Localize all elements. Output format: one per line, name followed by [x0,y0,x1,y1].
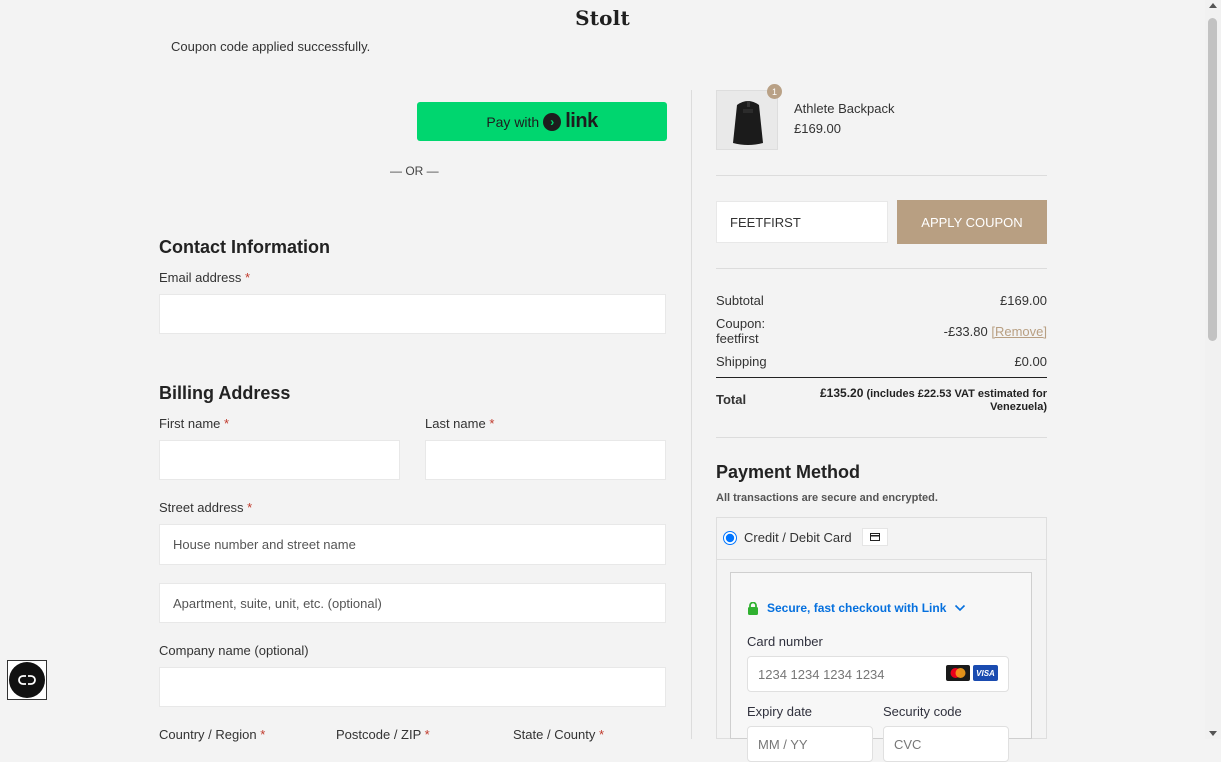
mastercard-icon [946,665,970,681]
vat-note: (includes £22.53 VAT estimated for [866,388,1047,400]
street-address-field[interactable] [159,524,666,565]
link-chevron-icon: › [543,112,562,131]
coupon-label: Coupon: feetfirst [716,316,765,346]
store-logo[interactable]: Stolt [0,6,1205,30]
expiry-label: Expiry date [747,704,813,719]
divider [716,268,1047,269]
lock-icon [748,601,758,615]
column-divider [691,90,692,739]
security-code-label: Security code [883,704,962,719]
or-separator: — OR — [390,164,439,178]
contact-title: Contact Information [159,237,330,257]
subtotal-label: Subtotal [716,293,764,308]
link-wordmark: link [565,110,598,132]
pay-with-link-button[interactable]: Pay with › link [417,102,667,141]
chevron-down-icon [955,604,966,612]
payment-title: Payment Method [716,462,861,482]
scrollbar-thumb[interactable] [1208,18,1217,341]
security-code-field[interactable]: CVC [883,726,1009,762]
shipping-label: Shipping [716,354,767,369]
scroll-up-arrow-icon[interactable] [1209,3,1217,8]
last-name-field[interactable] [425,440,666,480]
floating-link-button[interactable] [7,660,47,700]
remove-coupon-link[interactable]: [Remove] [991,324,1047,339]
coupon-success-notice: Coupon code applied successfully. [171,39,371,54]
first-name-field[interactable] [159,440,400,480]
visa-icon: VISA [973,665,998,681]
product-price: £169.00 [794,121,841,136]
quantity-badge: 1 [767,84,782,99]
coupon-label-prefix: Coupon: [716,316,766,331]
scroll-down-arrow-icon[interactable] [1209,731,1217,736]
apply-coupon-button[interactable]: APPLY COUPON [897,200,1047,244]
credit-card-label[interactable]: Credit / Debit Card [744,530,852,545]
shipping-value: £0.00 [1014,354,1047,369]
payment-subtitle: All transactions are secure and encrypte… [716,492,938,504]
billing-title: Billing Address [159,383,291,403]
subtotal-value: £169.00 [1000,293,1047,308]
first-name-label: First name * [159,416,230,431]
total-value-block: £135.20 (includes £22.53 VAT estimated f… [807,387,1047,414]
card-number-label: Card number [747,634,823,649]
company-field[interactable] [159,667,666,707]
card-icon [862,528,888,546]
state-label: State / County * [513,727,605,742]
vat-country: Venezuela) [990,401,1047,413]
total-label: Total [716,392,747,407]
infinity-icon [18,675,36,685]
expiry-field[interactable]: MM / YY [747,726,873,762]
email-label: Email address * [159,270,251,285]
backpack-image [717,91,777,149]
credit-card-radio[interactable] [723,531,737,545]
apartment-field[interactable] [159,583,666,623]
company-label: Company name (optional) [159,643,309,658]
street-label: Street address * [159,500,253,515]
product-name: Athlete Backpack [794,101,895,116]
coupon-discount-value: -£33.80 [943,324,988,339]
postcode-label: Postcode / ZIP * [336,727,430,742]
link-checkout-label[interactable]: Secure, fast checkout with Link [767,601,946,615]
last-name-label: Last name * [425,416,495,431]
total-value: £135.20 [820,386,864,400]
card-number-placeholder: 1234 1234 1234 1234 [758,666,885,682]
country-label: Country / Region * [159,727,266,742]
payment-option-divider [717,559,1046,560]
coupon-code-label: feetfirst [716,331,759,346]
product-thumbnail [716,90,778,150]
divider [716,175,1047,176]
coupon-field[interactable] [716,201,888,243]
divider [716,437,1047,438]
pay-with-label: Pay with [486,113,540,130]
page-scrollbar[interactable] [1205,0,1221,739]
total-divider [716,377,1047,378]
link-checkout-row[interactable]: Secure, fast checkout with Link [747,601,966,615]
email-field[interactable] [159,294,666,334]
coupon-discount-row: -£33.80 [Remove] [944,324,1047,339]
